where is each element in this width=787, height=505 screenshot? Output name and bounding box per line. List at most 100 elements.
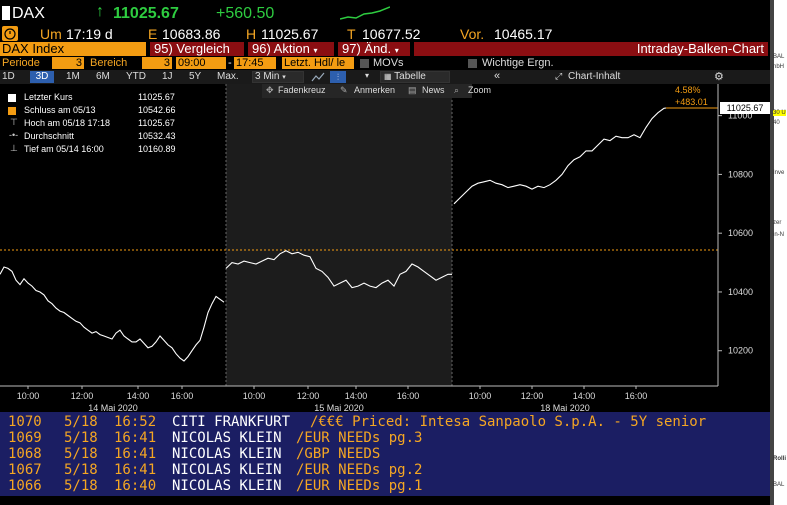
low-label: T (347, 26, 356, 42)
caret-down-icon: ▾ (313, 46, 318, 55)
chart-tools: ✥ Fadenkreuz ✎ Anmerken ▤ News ⌕ (262, 84, 472, 98)
news-headline: /EUR NEEDs pg.3 (296, 430, 423, 446)
open-value: 10683.86 (162, 26, 221, 42)
day-label: 18 Mai 2020 (540, 403, 590, 412)
legend-label: Tief am 05/14 16:00 (24, 144, 104, 154)
change-button[interactable]: 97) Änd. ▾ (338, 42, 410, 56)
news-source: NICOLAS KLEIN (172, 462, 282, 478)
last-trade-select[interactable]: Letzt. Hdl/ le (282, 57, 354, 69)
time-to-input[interactable]: 17:45 (234, 57, 276, 69)
news-icon: ▤ (408, 85, 417, 95)
news-headline: /EUR NEEDs pg.2 (296, 462, 423, 478)
news-source: NICOLAS KLEIN (172, 446, 282, 462)
x-tick-label: 16:00 (625, 391, 648, 401)
news-row[interactable]: 1068 5/18 16:41 NICOLAS KLEIN /GBP NEEDS (0, 446, 770, 462)
news-headline: /GBP NEEDS (296, 446, 381, 462)
period-bar: Periode 3 Bereich 3 09:00 - 17:45 Letzt.… (0, 57, 770, 70)
news-row[interactable]: 1066 5/18 16:40 NICOLAS KLEIN /EUR NEEDs… (0, 478, 770, 494)
quote-details: Um 17:19 d E 10683.86 H 11025.67 T 10677… (0, 26, 770, 42)
annotate-tool[interactable]: Anmerken (354, 85, 395, 95)
low-marker-icon: ⊥ (10, 143, 18, 153)
news-headline: /€€€ Priced: Intesa Sanpaolo S.p.A. - 5Y… (310, 414, 707, 430)
interval-select[interactable]: 3 Min ▾ (252, 71, 304, 83)
table-button[interactable]: ▦ Tabelle (380, 71, 450, 83)
adjacent-text: BAL (773, 482, 785, 488)
news-panel: 1070 5/18 16:52 CITI FRANKFURT /€€€ Pric… (0, 412, 770, 496)
range-1d[interactable]: 1D (2, 71, 15, 82)
security-name-field[interactable]: DAX Index (0, 42, 146, 56)
news-date: 5/18 (64, 478, 98, 494)
collapse-left-icon[interactable]: « (494, 70, 500, 82)
high-marker-icon: ⊤ (10, 117, 18, 127)
legend-value: 10532.43 (138, 131, 176, 141)
adjacent-text: nbH (773, 64, 785, 70)
range-max[interactable]: Max. (217, 71, 239, 82)
legend-value: 10160.89 (138, 144, 176, 154)
legend-label: Schluss am 05/13 (24, 105, 96, 115)
action-button[interactable]: 96) Aktion ▾ (248, 42, 334, 56)
change-percent: 4.58% (675, 85, 701, 95)
interval-label: 3 Min (255, 71, 280, 82)
chart-legend: Letzter Kurs 11025.67 Schluss am 05/13 1… (4, 92, 182, 156)
caret-down-icon: ▾ (394, 46, 399, 55)
zoom-tool[interactable]: Zoom (468, 85, 491, 95)
high-value: 11025.67 (261, 26, 319, 42)
last-price: 11025.67 (113, 5, 179, 22)
period-input[interactable]: 3 (52, 57, 84, 69)
news-source: NICOLAS KLEIN (172, 478, 282, 494)
chart-area[interactable]: 10200 10400 10600 10800 11000 10:00 12:00 14:00… (0, 84, 770, 412)
events-checkbox[interactable] (468, 59, 477, 68)
line-chart-icon[interactable] (311, 71, 325, 83)
bar-chart-icon[interactable]: ⫶ (330, 71, 346, 83)
news-id: 1067 (8, 462, 42, 478)
legend-value: 11025.67 (138, 118, 175, 128)
movs-label: MOVs (373, 57, 404, 69)
legend-swatch-last (8, 94, 16, 102)
range-1m[interactable]: 1M (66, 71, 80, 82)
chart-title: Intraday-Balken-Chart (414, 42, 768, 56)
crosshair-tool[interactable]: Fadenkreuz (278, 85, 326, 95)
range-ytd[interactable]: YTD (126, 71, 146, 82)
news-row[interactable]: 1069 5/18 16:41 NICOLAS KLEIN /EUR NEEDs… (0, 430, 770, 446)
news-date: 5/18 (64, 414, 98, 430)
range-6m[interactable]: 6M (96, 71, 110, 82)
legend-value: 11025.67 (138, 92, 175, 102)
table-icon: ▦ (384, 72, 392, 81)
range-5y[interactable]: 5Y (189, 71, 201, 82)
range-3d[interactable]: 3D (30, 71, 54, 83)
chart-content-label[interactable]: Chart-Inhalt (568, 71, 620, 82)
movs-checkbox[interactable] (360, 59, 369, 68)
news-row[interactable]: 1070 5/18 16:52 CITI FRANKFURT /€€€ Pric… (0, 414, 770, 430)
time-from-input[interactable]: 09:00 (176, 57, 226, 69)
compare-button[interactable]: 95) Vergleich (150, 42, 244, 56)
gear-icon[interactable]: ⚙ (714, 70, 724, 83)
expand-icon[interactable]: ⤢ (555, 71, 562, 82)
news-date: 5/18 (64, 446, 98, 462)
average-marker-icon: -•- (9, 130, 19, 140)
low-value: 10677.52 (362, 26, 421, 42)
chart-background (225, 84, 453, 386)
x-tick-label: 16:00 (397, 391, 420, 401)
news-id: 1069 (8, 430, 42, 446)
range-input[interactable]: 3 (142, 57, 172, 69)
news-tool[interactable]: News (422, 85, 445, 95)
legend-label: Letzter Kurs (24, 92, 73, 102)
period-label: Periode (2, 57, 40, 69)
news-date: 5/18 (64, 462, 98, 478)
adjacent-text: zer (773, 220, 782, 226)
range-label: Bereich (90, 57, 128, 69)
price-series-line (0, 266, 225, 362)
range-selector: 1D 3D 1M 6M YTD 1J 5Y Max. 3 Min ▾ ⫶ ▾ ▦… (0, 70, 770, 84)
x-tick-label: 14:00 (573, 391, 596, 401)
high-label: H (246, 26, 257, 42)
caret-down-icon[interactable]: ▾ (365, 71, 369, 80)
news-row[interactable]: 1067 5/18 16:41 NICOLAS KLEIN /EUR NEEDs… (0, 462, 770, 478)
pencil-icon: ✎ (340, 85, 348, 95)
legend-value: 10542.66 (138, 105, 176, 115)
news-source: CITI FRANKFURT (172, 414, 291, 430)
range-1y[interactable]: 1J (162, 71, 173, 82)
x-tick-label: 10:00 (17, 391, 40, 401)
y-tick-label: 10600 (728, 228, 753, 238)
adjacent-text: BAL (773, 54, 785, 60)
clock-icon[interactable] (2, 26, 18, 41)
